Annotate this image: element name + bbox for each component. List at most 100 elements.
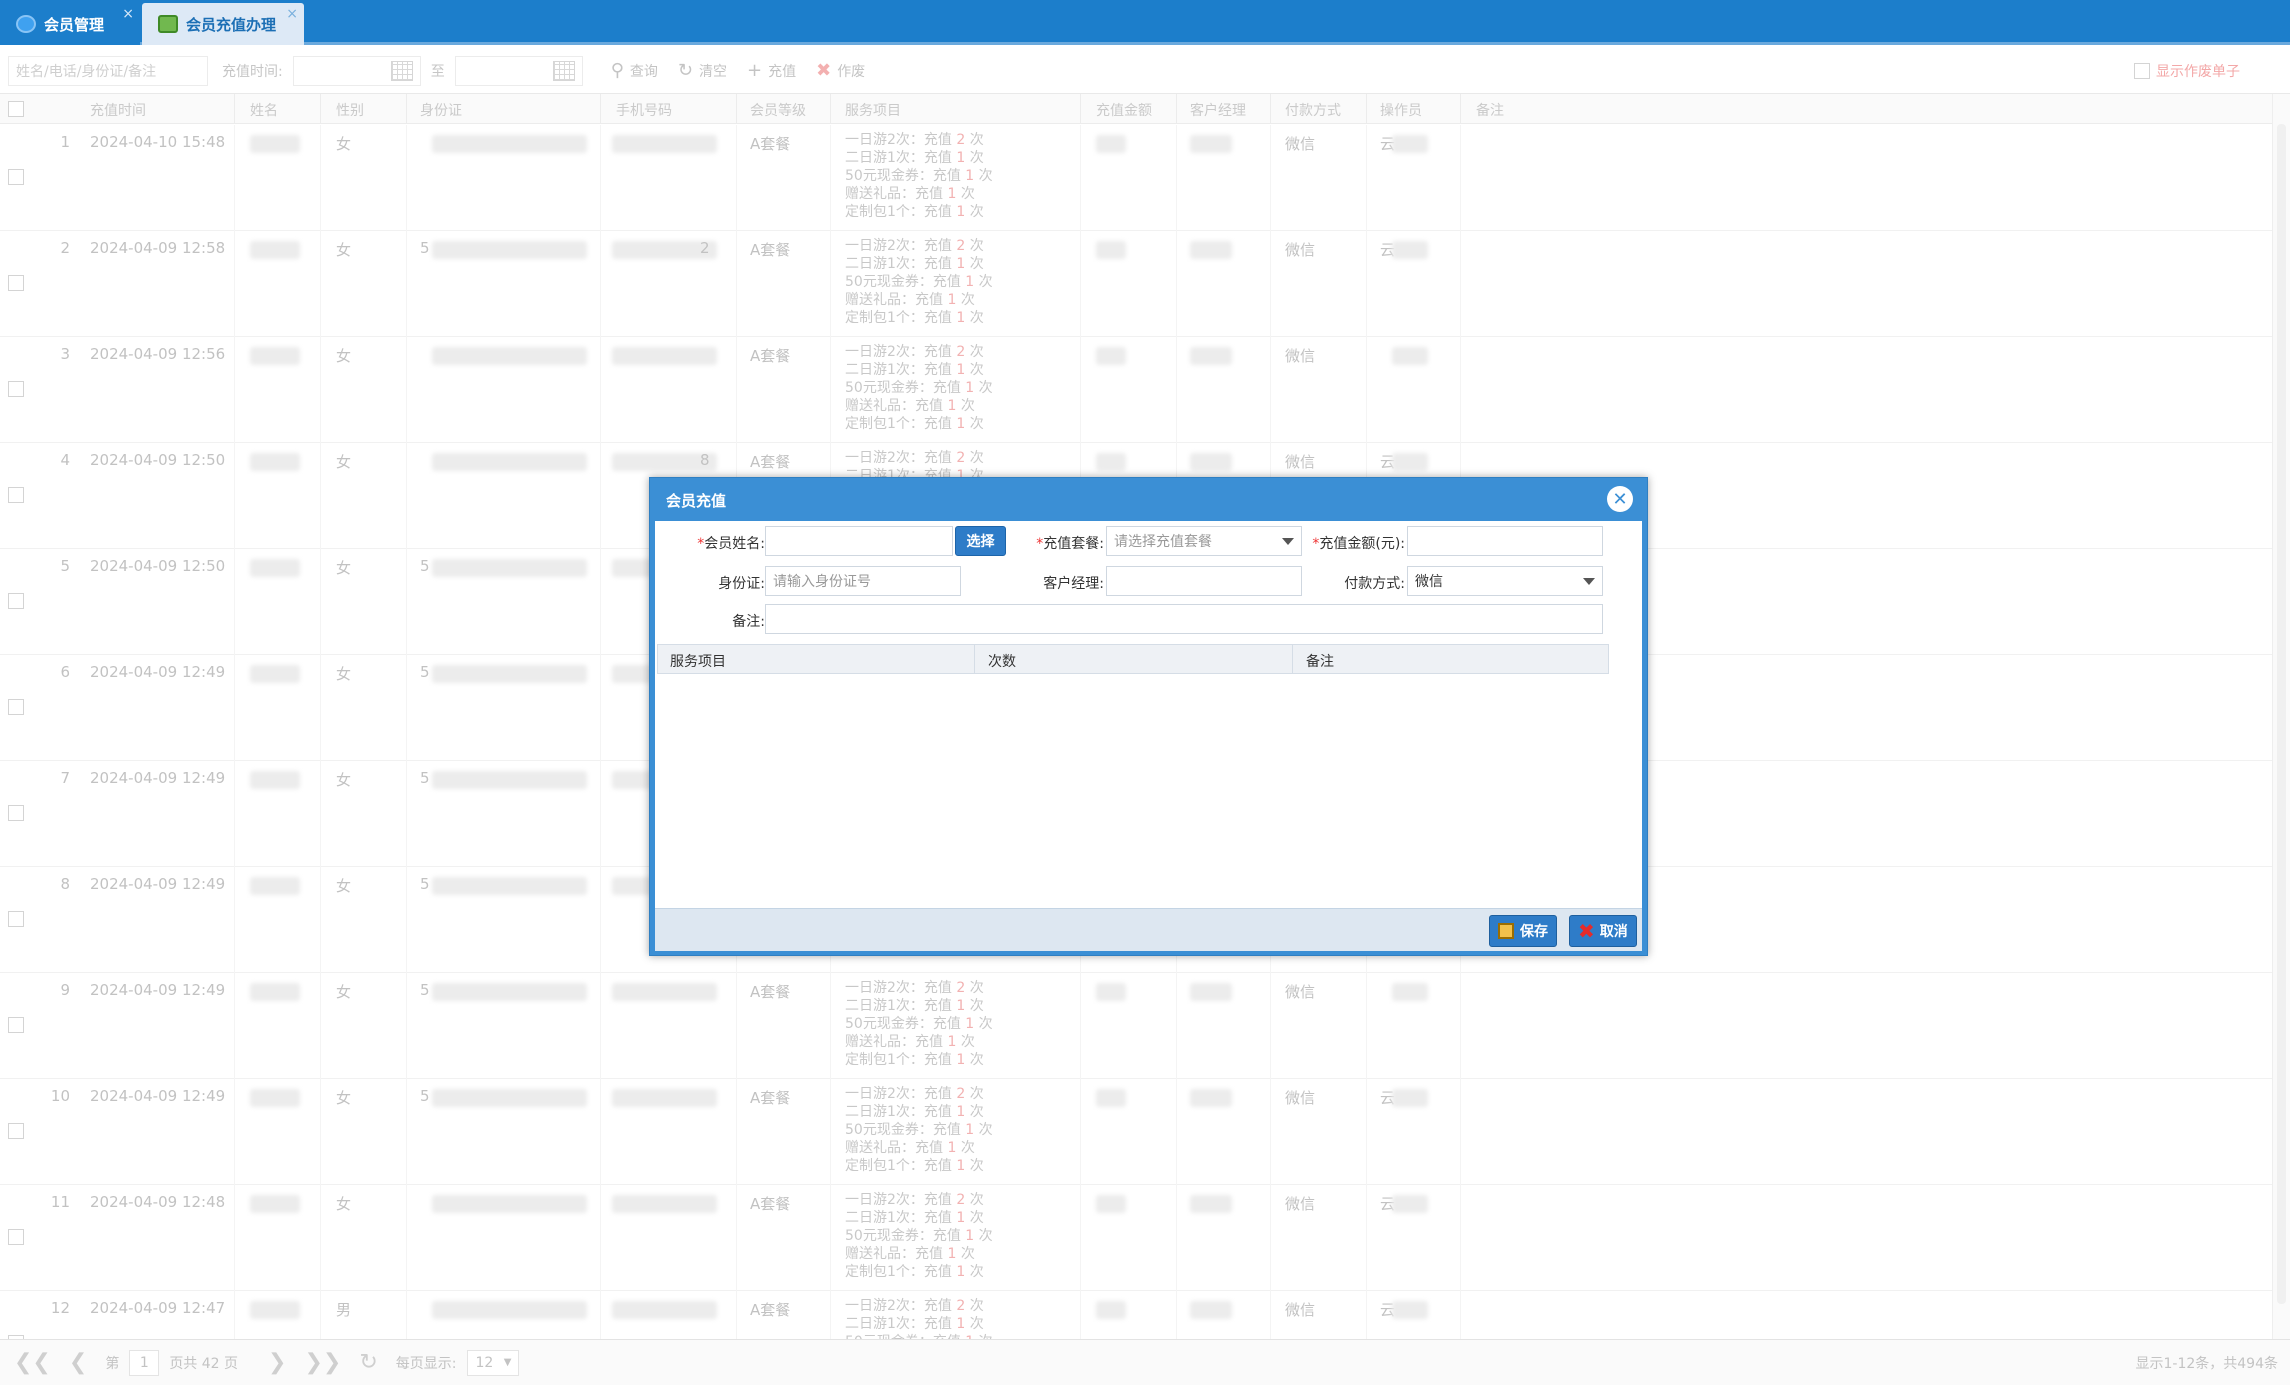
payment-value: 微信 <box>1415 574 1443 590</box>
row-checkbox[interactable] <box>8 275 24 291</box>
member-level: A套餐 <box>750 453 791 471</box>
masked-id <box>432 135 587 153</box>
remark-input[interactable] <box>765 604 1603 634</box>
masked-phone <box>612 347 717 365</box>
masked-name <box>250 1195 300 1213</box>
member-level: A套餐 <box>750 241 791 259</box>
recharge-button[interactable]: + 充值 <box>747 60 796 81</box>
table-row[interactable]: 12 2024-04-09 12:47 男 A套餐 一日游2次：充值 2 次二日游1次：… <box>0 1291 2272 1339</box>
col-time[interactable]: 充值时间 <box>90 100 146 120</box>
id-prefix: 5 <box>420 1087 430 1105</box>
recharge-time: 2024-04-09 12:49 <box>90 981 226 999</box>
row-number: 6 <box>60 663 70 681</box>
row-checkbox[interactable] <box>8 1017 24 1033</box>
row-number: 11 <box>50 1193 70 1211</box>
gender: 女 <box>336 559 352 577</box>
gender: 女 <box>336 241 352 259</box>
row-checkbox[interactable] <box>8 381 24 397</box>
col-phone[interactable]: 手机号码 <box>616 100 672 120</box>
tab-member-management[interactable]: 会员管理 × <box>0 3 140 45</box>
search-icon: ⚲ <box>610 60 624 81</box>
void-button[interactable]: ✖ 作废 <box>816 60 865 81</box>
gender: 女 <box>336 453 352 471</box>
tab-bar: 会员管理 × 会员充值办理 × <box>0 0 2290 45</box>
pay-label: 付款方式: <box>1344 576 1405 592</box>
col-remark[interactable]: 备注 <box>1476 100 1504 120</box>
table-row[interactable]: 11 2024-04-09 12:48 女 A套餐 一日游2次：充值 2 次二日游1次：… <box>0 1185 2272 1291</box>
masked-name <box>250 241 300 259</box>
sub-col-count: 次数 <box>988 654 1016 670</box>
table-row[interactable]: 10 2024-04-09 12:49 女 5 A套餐 一日游2次：充值 2 次二日游1次… <box>0 1079 2272 1185</box>
service-items: 一日游2次：充值 2 次二日游1次：充值 1 次50元现金券：充值 1 次赠送礼… <box>845 238 993 326</box>
table-row[interactable]: 2 2024-04-09 12:58 女 5 2 A套餐 一日游2次：充值 2 次二日游1次… <box>0 231 2272 337</box>
member-level: A套餐 <box>750 983 791 1001</box>
search-input[interactable]: 姓名/电话/身份证/备注 <box>8 55 208 86</box>
recharge-time: 2024-04-10 15:48 <box>90 133 226 151</box>
start-date-input[interactable] <box>292 55 421 86</box>
tab-member-recharge[interactable]: 会员充值办理 × <box>142 3 304 45</box>
select-all-checkbox[interactable] <box>8 101 24 117</box>
masked-amount <box>1096 453 1126 471</box>
query-button[interactable]: ⚲ 查询 <box>611 60 658 81</box>
col-amount[interactable]: 充值金额 <box>1096 100 1152 120</box>
manager-input[interactable] <box>1106 566 1302 596</box>
last-page-icon[interactable]: ❯❯ <box>304 1350 341 1375</box>
col-payment[interactable]: 付款方式 <box>1285 100 1341 120</box>
row-checkbox[interactable] <box>8 805 24 821</box>
package-select[interactable]: 请选择充值套餐 <box>1106 526 1302 556</box>
page-input[interactable]: 1 <box>129 1349 160 1376</box>
gender: 女 <box>336 135 352 153</box>
row-checkbox[interactable] <box>8 169 24 185</box>
row-checkbox[interactable] <box>8 1229 24 1245</box>
clear-button[interactable]: ↻ 清空 <box>678 60 727 81</box>
first-page-icon[interactable]: ❮❮ <box>14 1350 51 1375</box>
close-icon[interactable]: ✕ <box>1607 486 1633 512</box>
show-void-toggle[interactable]: 显示作废单子 <box>2134 61 2240 81</box>
member-name-input[interactable] <box>765 526 953 556</box>
cancel-button[interactable]: ✖ 取消 <box>1569 915 1637 947</box>
table-row[interactable]: 1 2024-04-10 15:48 女 A套餐 一日游2次：充值 2 次二日游1次：充… <box>0 125 2272 231</box>
table-row[interactable]: 3 2024-04-09 12:56 女 A套餐 一日游2次：充值 2 次二日游1次：充… <box>0 337 2272 443</box>
row-number: 10 <box>50 1087 70 1105</box>
void-label: 作废 <box>837 63 866 80</box>
prev-page-icon[interactable]: ❮ <box>69 1350 87 1375</box>
row-checkbox[interactable] <box>8 487 24 503</box>
masked-manager <box>1190 1301 1232 1319</box>
recharge-label: 充值 <box>768 63 797 80</box>
col-operator[interactable]: 操作员 <box>1380 100 1422 120</box>
save-button[interactable]: 保存 <box>1489 915 1557 947</box>
col-id[interactable]: 身份证 <box>420 100 462 120</box>
row-checkbox[interactable] <box>8 1123 24 1139</box>
col-level[interactable]: 会员等级 <box>750 100 806 120</box>
end-date-input[interactable] <box>454 55 583 86</box>
per-page-select[interactable]: 12 ▼ <box>466 1349 519 1376</box>
id-card-input[interactable]: 请输入身份证号 <box>765 566 961 596</box>
next-page-icon[interactable]: ❯ <box>268 1350 286 1375</box>
recharge-time: 2024-04-09 12:49 <box>90 663 226 681</box>
cancel-icon: ✖ <box>1578 919 1595 943</box>
sub-col-service: 服务项目 <box>670 654 726 670</box>
col-gender[interactable]: 性别 <box>336 100 364 120</box>
col-manager[interactable]: 客户经理 <box>1190 100 1246 120</box>
calendar-icon[interactable] <box>390 60 413 81</box>
show-void-checkbox[interactable] <box>2134 62 2150 79</box>
calendar-icon[interactable] <box>552 60 575 81</box>
scroll-thumb[interactable] <box>2277 124 2286 1304</box>
row-checkbox[interactable] <box>8 699 24 715</box>
payment-select[interactable]: 微信 <box>1407 566 1603 596</box>
query-label: 查询 <box>629 63 658 80</box>
col-name[interactable]: 姓名 <box>250 100 278 120</box>
refresh-icon[interactable]: ↻ <box>359 1350 377 1375</box>
gender: 女 <box>336 877 352 895</box>
chevron-down-icon: ▼ <box>503 1357 512 1368</box>
table-row[interactable]: 9 2024-04-09 12:49 女 5 A套餐 一日游2次：充值 2 次二日游1次：… <box>0 973 2272 1079</box>
id-prefix: 5 <box>420 663 430 681</box>
row-checkbox[interactable] <box>8 593 24 609</box>
close-icon[interactable]: × <box>286 6 298 22</box>
row-checkbox[interactable] <box>8 911 24 927</box>
amount-input[interactable] <box>1407 526 1603 556</box>
col-service[interactable]: 服务项目 <box>845 100 901 120</box>
close-icon[interactable]: × <box>122 6 134 22</box>
toolbar: 姓名/电话/身份证/备注 充值时间: 至 ⚲ 查询 ↻ 清空 + 充值 ✖ 作废… <box>0 48 2290 94</box>
grid-scrollbar[interactable] <box>2272 94 2290 1339</box>
